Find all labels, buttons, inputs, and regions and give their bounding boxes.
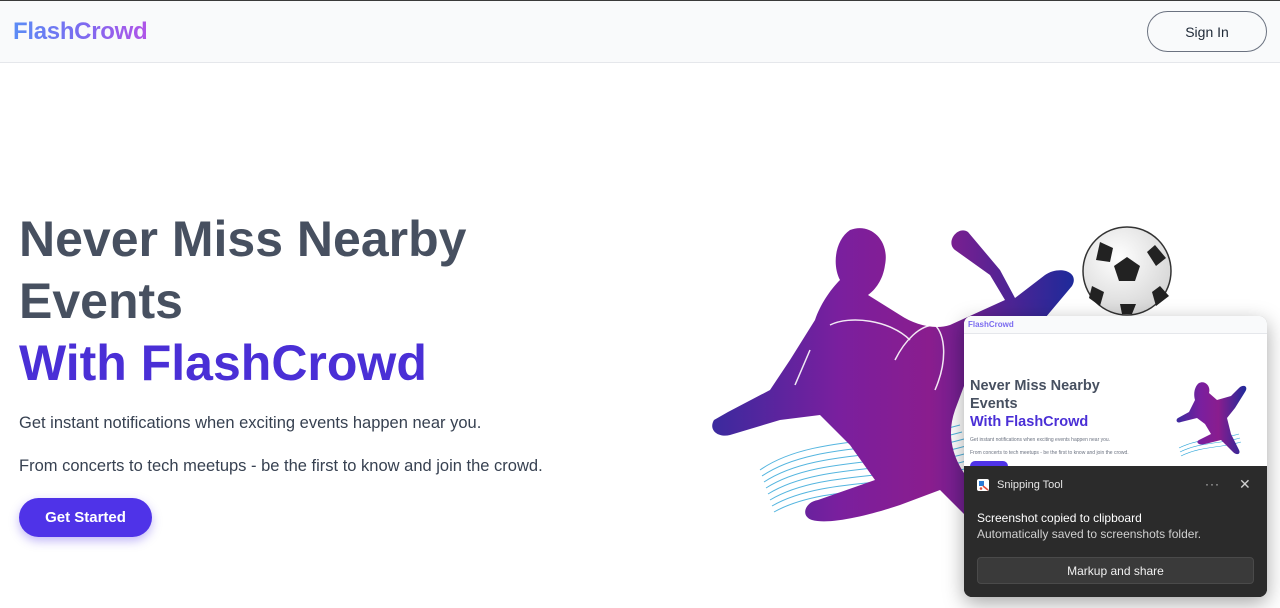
preview-title: Never Miss Nearby Events [970, 377, 1100, 413]
hero-description-1: Get instant notifications when exciting … [19, 414, 482, 432]
screenshot-preview[interactable]: FlashCrowd Never Miss Nearby Events With… [964, 316, 1267, 466]
more-icon[interactable]: ··· [1205, 477, 1220, 491]
hero-description-2: From concerts to tech meetups - be the f… [19, 457, 543, 475]
hero-title-line-3: With FlashCrowd [19, 335, 427, 391]
markup-and-share-button[interactable]: Markup and share [977, 557, 1254, 584]
preview-navbar: FlashCrowd [964, 316, 1267, 334]
close-icon[interactable]: ✕ [1239, 476, 1251, 493]
navbar: FlashCrowd Sign In [0, 1, 1280, 63]
preview-logo: FlashCrowd [968, 320, 1014, 329]
hero-title-line-2: Events [19, 273, 183, 329]
notification-message: Automatically saved to screenshots folde… [977, 527, 1202, 541]
preview-title-line-2: Events [970, 396, 1018, 412]
hero-title-line-1: Never Miss Nearby [19, 211, 467, 267]
sign-in-button[interactable]: Sign In [1147, 11, 1267, 52]
snipping-tool-notification[interactable]: FlashCrowd Never Miss Nearby Events With… [964, 316, 1267, 597]
preview-title-line-1: Never Miss Nearby [970, 378, 1100, 394]
soccer-ball-icon [1082, 226, 1172, 316]
hero-heading: Never Miss Nearby Events With FlashCrowd [19, 208, 466, 394]
notification-body: Snipping Tool ··· ✕ Screenshot copied to… [964, 466, 1267, 597]
preview-description-2: From concerts to tech meetups - be the f… [970, 450, 1129, 456]
preview-illustration [1176, 382, 1247, 457]
preview-description-1: Get instant notifications when exciting … [970, 437, 1111, 443]
preview-title-line-3: With FlashCrowd [970, 414, 1089, 430]
snipping-tool-icon [977, 479, 989, 491]
app-name: Snipping Tool [997, 479, 1063, 491]
get-started-button[interactable]: Get Started [19, 498, 152, 537]
brand-logo[interactable]: FlashCrowd [13, 18, 148, 46]
notification-title: Screenshot copied to clipboard [977, 511, 1142, 525]
